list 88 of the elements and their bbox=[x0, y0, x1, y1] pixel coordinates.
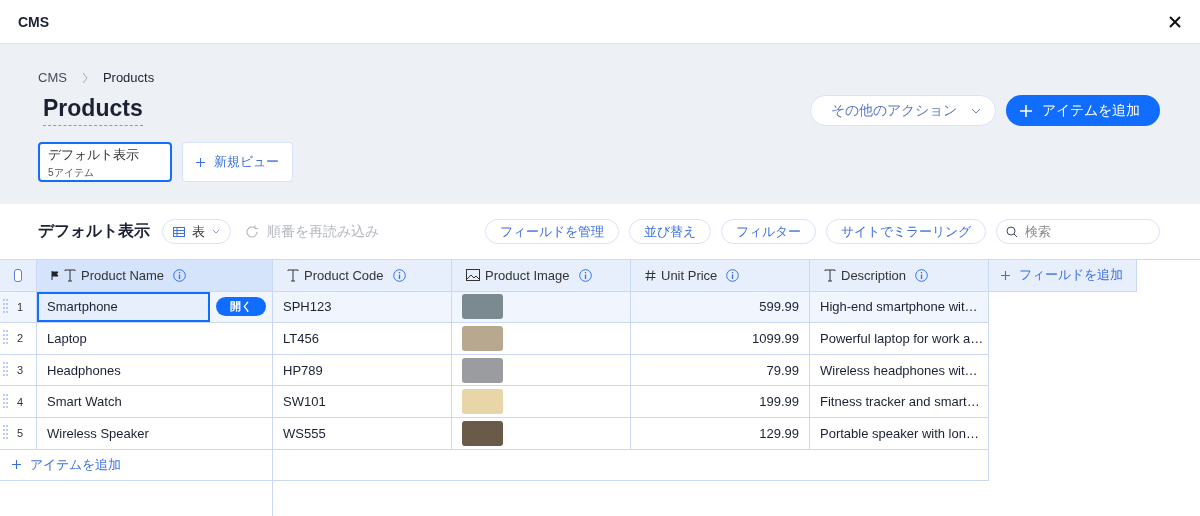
column-header[interactable]: Product Name bbox=[37, 260, 273, 292]
row-number: 1 bbox=[17, 300, 24, 313]
table-cell: WS555 bbox=[283, 425, 326, 441]
table-row[interactable]: 3 Headphones HP789 79.99 Wireless headphones wit… bbox=[0, 354, 1200, 387]
search-icon bbox=[1006, 226, 1018, 238]
photo-placeholder bbox=[462, 294, 503, 320]
table-cell: SW101 bbox=[283, 394, 326, 410]
view-title: デフォルト表示 bbox=[38, 221, 150, 241]
column-title: Product Name bbox=[81, 267, 165, 283]
table-cell: HP789 bbox=[283, 362, 323, 378]
caret-icon bbox=[212, 229, 220, 234]
hash-icon bbox=[645, 269, 656, 281]
column-title: Product Image bbox=[485, 267, 570, 283]
open-button[interactable]: 開く bbox=[216, 297, 266, 317]
row-number: 5 bbox=[17, 427, 24, 440]
table-cell: Portable speaker with lon… bbox=[820, 425, 979, 441]
table-cell[interactable]: Wireless Speaker bbox=[37, 417, 272, 449]
column-header[interactable]: Product Image bbox=[452, 260, 631, 292]
photo-placeholder bbox=[462, 389, 503, 415]
column-title: Product Code bbox=[304, 267, 384, 283]
row-number: 2 bbox=[17, 332, 24, 345]
plus-icon bbox=[1020, 104, 1032, 117]
table-cell: SPH123 bbox=[283, 299, 332, 315]
flag-icon bbox=[51, 270, 59, 280]
plus-icon bbox=[196, 157, 205, 167]
search-field[interactable]: 検索 bbox=[996, 219, 1160, 244]
table-cell: 129.99 bbox=[759, 425, 799, 441]
photo-placeholder bbox=[462, 420, 503, 446]
column-header[interactable]: Unit Price bbox=[631, 260, 810, 292]
info-icon bbox=[578, 268, 592, 282]
table-row[interactable]: 2 Laptop LT456 1099.99 Powerful laptop for work a… bbox=[0, 323, 1200, 355]
drag-handle-icon[interactable] bbox=[3, 392, 8, 411]
add-item-link[interactable]: アイテムを追加 bbox=[0, 449, 273, 482]
row-number: 3 bbox=[17, 364, 24, 377]
info-icon bbox=[173, 268, 187, 282]
table-cell: LT456 bbox=[283, 331, 319, 346]
photo-placeholder bbox=[462, 357, 503, 383]
table-cell[interactable]: Headphones bbox=[37, 354, 272, 386]
plus-icon bbox=[12, 460, 21, 470]
table-cell: Fitness tracker and smart… bbox=[820, 394, 980, 410]
table-cell[interactable]: Laptop bbox=[37, 323, 272, 354]
table-cell: 199.99 bbox=[759, 394, 799, 410]
table-row[interactable]: 4 Smart Watch SW101 199.99 Fitness tracker and smart… bbox=[0, 386, 1200, 418]
table-row[interactable]: 5 Wireless Speaker WS555 129.99 Portable speaker with lon… bbox=[0, 417, 1200, 450]
table-cell: 79.99 bbox=[766, 362, 799, 378]
table-cell[interactable]: Smartphone bbox=[37, 291, 210, 323]
chevron-icon bbox=[80, 71, 89, 84]
toolbar-button[interactable]: サイトでミラーリング bbox=[826, 219, 986, 244]
table-cell: 599.99 bbox=[759, 299, 799, 315]
refresh-icon bbox=[245, 224, 259, 239]
toolbar-button[interactable]: フィールドを管理 bbox=[485, 219, 619, 244]
caret-icon bbox=[971, 107, 981, 114]
breadcrumb-item: Products bbox=[102, 70, 155, 85]
toolbar-button[interactable]: 並び替え bbox=[629, 219, 711, 244]
text-icon bbox=[287, 268, 299, 282]
table-cell[interactable]: Smart Watch bbox=[37, 386, 272, 417]
drag-handle-icon[interactable] bbox=[3, 297, 8, 316]
row-number: 4 bbox=[17, 395, 24, 408]
info-icon bbox=[915, 268, 929, 282]
toolbar-button[interactable]: フィルター bbox=[721, 219, 816, 244]
table-cell: High-end smartphone wit… bbox=[820, 299, 978, 315]
column-title: Unit Price bbox=[661, 267, 718, 283]
info-icon bbox=[726, 268, 740, 282]
add-item-button[interactable]: アイテムを追加 bbox=[1006, 95, 1160, 126]
column-header[interactable]: Product Code bbox=[273, 260, 452, 292]
view-tab[interactable]: デフォルト表示 5アイテム bbox=[38, 142, 172, 182]
column-header[interactable]: Description bbox=[810, 260, 989, 292]
new-view-button[interactable]: 新規ビュー bbox=[182, 142, 293, 182]
breadcrumb-item[interactable]: CMS bbox=[38, 70, 67, 85]
layout-dropdown[interactable]: 表 bbox=[162, 219, 231, 244]
close-icon[interactable] bbox=[1168, 14, 1182, 29]
page-title[interactable]: Products bbox=[43, 95, 143, 126]
text-icon bbox=[64, 268, 76, 282]
info-icon bbox=[392, 268, 406, 282]
text-icon bbox=[824, 268, 836, 282]
photo-placeholder bbox=[462, 326, 503, 351]
table-cell: Powerful laptop for work a… bbox=[820, 331, 984, 346]
window-title: CMS bbox=[18, 13, 50, 30]
more-actions-button[interactable]: その他のアクション bbox=[810, 95, 996, 126]
add-field-button[interactable]: フィールドを追加 bbox=[989, 260, 1137, 292]
table-row[interactable]: 1 Smartphone 開く SPH123 599.99 High-end smartphone wit… bbox=[0, 291, 1200, 324]
select-all-checkbox[interactable] bbox=[14, 268, 22, 282]
column-title: Description bbox=[841, 267, 907, 283]
table-icon bbox=[173, 226, 185, 237]
table-cell: Wireless headphones wit… bbox=[820, 362, 978, 378]
table-cell: 1099.99 bbox=[752, 331, 799, 346]
plus-icon bbox=[1001, 270, 1010, 280]
image-icon bbox=[466, 269, 480, 282]
